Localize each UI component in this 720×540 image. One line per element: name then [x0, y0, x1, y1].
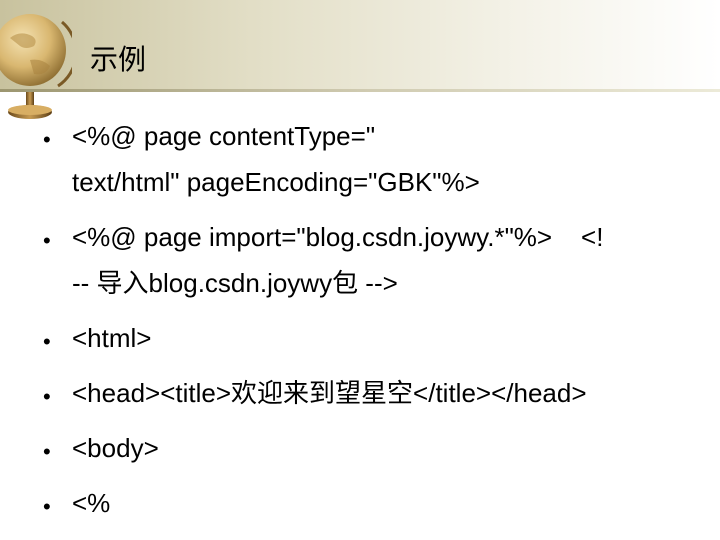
bullet-marker: •: [43, 228, 51, 253]
bullet-text-line: <%@ page contentType=": [72, 121, 376, 151]
list-item: • <body>: [0, 425, 720, 471]
list-item: • <html>: [0, 315, 720, 361]
bullet-text-line: <%@ page import="blog.csdn.joywy.*"%> <!: [72, 222, 604, 252]
header-divider: [0, 89, 720, 92]
bullet-list: • <%@ page contentType=" text/html" page…: [0, 113, 720, 535]
bullet-marker: •: [43, 127, 51, 152]
bullet-marker: •: [43, 494, 51, 519]
bullet-text-line: <html>: [72, 323, 152, 353]
bullet-marker: •: [43, 384, 51, 409]
bullet-text-line: <head><title>欢迎来到望星空</title></head>: [72, 378, 587, 408]
list-item: • <%@ page contentType=" text/html" page…: [0, 113, 720, 205]
bullet-text-line: text/html" pageEncoding="GBK"%>: [72, 167, 480, 197]
list-item: • <head><title>欢迎来到望星空</title></head>: [0, 370, 720, 416]
bullet-text-line: <%: [72, 488, 111, 518]
list-item: • <%@ page import="blog.csdn.joywy.*"%> …: [0, 214, 720, 306]
globe-icon: [0, 14, 72, 119]
bullet-text-line: -- 导入blog.csdn.joywy包 -->: [72, 268, 398, 298]
bullet-marker: •: [43, 329, 51, 354]
list-item: • <%: [0, 480, 720, 526]
bullet-text-line: <body>: [72, 433, 159, 463]
slide-title: 示例: [90, 43, 147, 76]
bullet-marker: •: [43, 439, 51, 464]
